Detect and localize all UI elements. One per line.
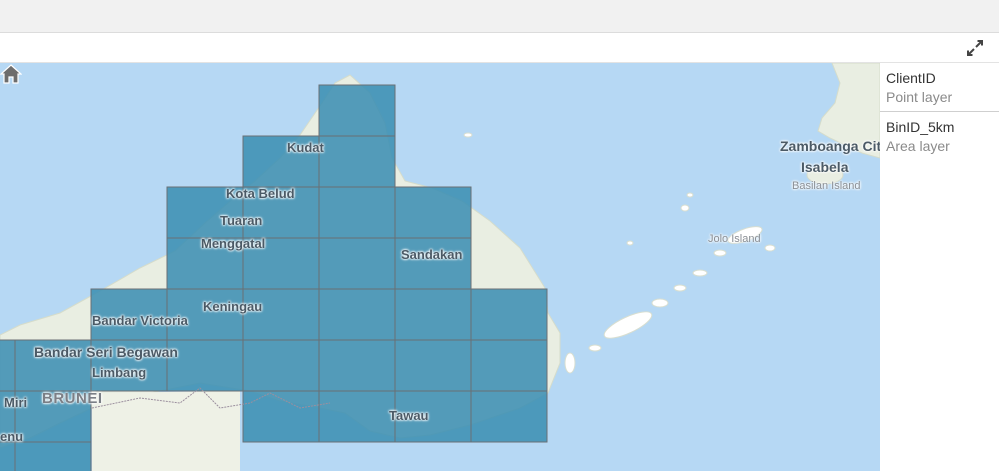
bin-cell[interactable]	[318, 84, 396, 137]
bin-cell[interactable]	[394, 339, 472, 392]
legend-layer-name: ClientID	[886, 70, 936, 86]
map-label-kudat: Kudat	[287, 140, 324, 155]
home-icon[interactable]	[0, 63, 22, 85]
bin-cell[interactable]	[242, 339, 320, 392]
bin-cell[interactable]	[470, 390, 548, 443]
bin-cell[interactable]	[0, 339, 16, 392]
map-label-jolo: Jolo Island	[708, 233, 761, 245]
map-label-bandar-victoria: Bandar Victoria	[92, 313, 188, 328]
bin-cell[interactable]	[318, 390, 396, 443]
map-label-limbang: Limbang	[92, 365, 147, 380]
map-label-miri: Miri	[4, 395, 28, 410]
map-label-basilan: Basilan Island	[792, 180, 861, 192]
bin-cell[interactable]	[394, 288, 472, 341]
map-label-tawau: Tawau	[389, 408, 429, 423]
bin-cell[interactable]	[0, 441, 16, 471]
map-label-kota-belud: Kota Belud	[226, 186, 295, 201]
map-label-bandar-seri-begawan: Bandar Seri Begawan	[34, 344, 178, 360]
legend-layer-name: BinID_5km	[886, 119, 955, 135]
bin-cell[interactable]	[318, 339, 396, 392]
map-label-sandakan: Sandakan	[401, 247, 463, 262]
map-label-menggatal: Menggatal	[201, 236, 266, 251]
bin-cell[interactable]	[242, 288, 320, 341]
map-label-zamboanga: Zamboanga Cit	[780, 138, 880, 154]
layer-legend: ClientID Point layer BinID_5km Area laye…	[880, 63, 999, 471]
bin-cell[interactable]	[470, 288, 548, 341]
map-label-brunei: BRUNEI	[42, 390, 103, 407]
bin-cell[interactable]	[318, 288, 396, 341]
expand-button[interactable]	[963, 37, 987, 59]
bin-cell[interactable]	[394, 186, 472, 239]
map-label-keningau: Keningau	[203, 299, 263, 314]
bin-cell[interactable]	[14, 441, 92, 471]
bin-cell[interactable]	[318, 237, 396, 290]
expand-arrows-icon	[967, 40, 983, 56]
bin-cell[interactable]	[166, 339, 244, 392]
bin-cell[interactable]	[318, 186, 396, 239]
bin-cell[interactable]	[470, 339, 548, 392]
map-label-isabela: Isabela	[801, 159, 849, 175]
map-label-tuaran: Tuaran	[220, 213, 263, 228]
map-canvas	[0, 63, 880, 471]
map-view[interactable]: Kudat Kota Belud Tuaran Menggatal Sandak…	[0, 63, 880, 471]
bin-cell[interactable]	[394, 237, 472, 290]
app-top-bar	[0, 0, 999, 33]
legend-layer-type: Point layer	[886, 89, 953, 105]
legend-layer-type: Area layer	[886, 138, 950, 154]
legend-layer-binid-5km[interactable]: BinID_5km Area layer	[880, 112, 999, 160]
bin-cell[interactable]	[318, 135, 396, 188]
map-toolbar	[0, 33, 999, 63]
map-label-enu: enu	[0, 429, 24, 444]
legend-layer-clientid[interactable]: ClientID Point layer	[880, 63, 999, 112]
